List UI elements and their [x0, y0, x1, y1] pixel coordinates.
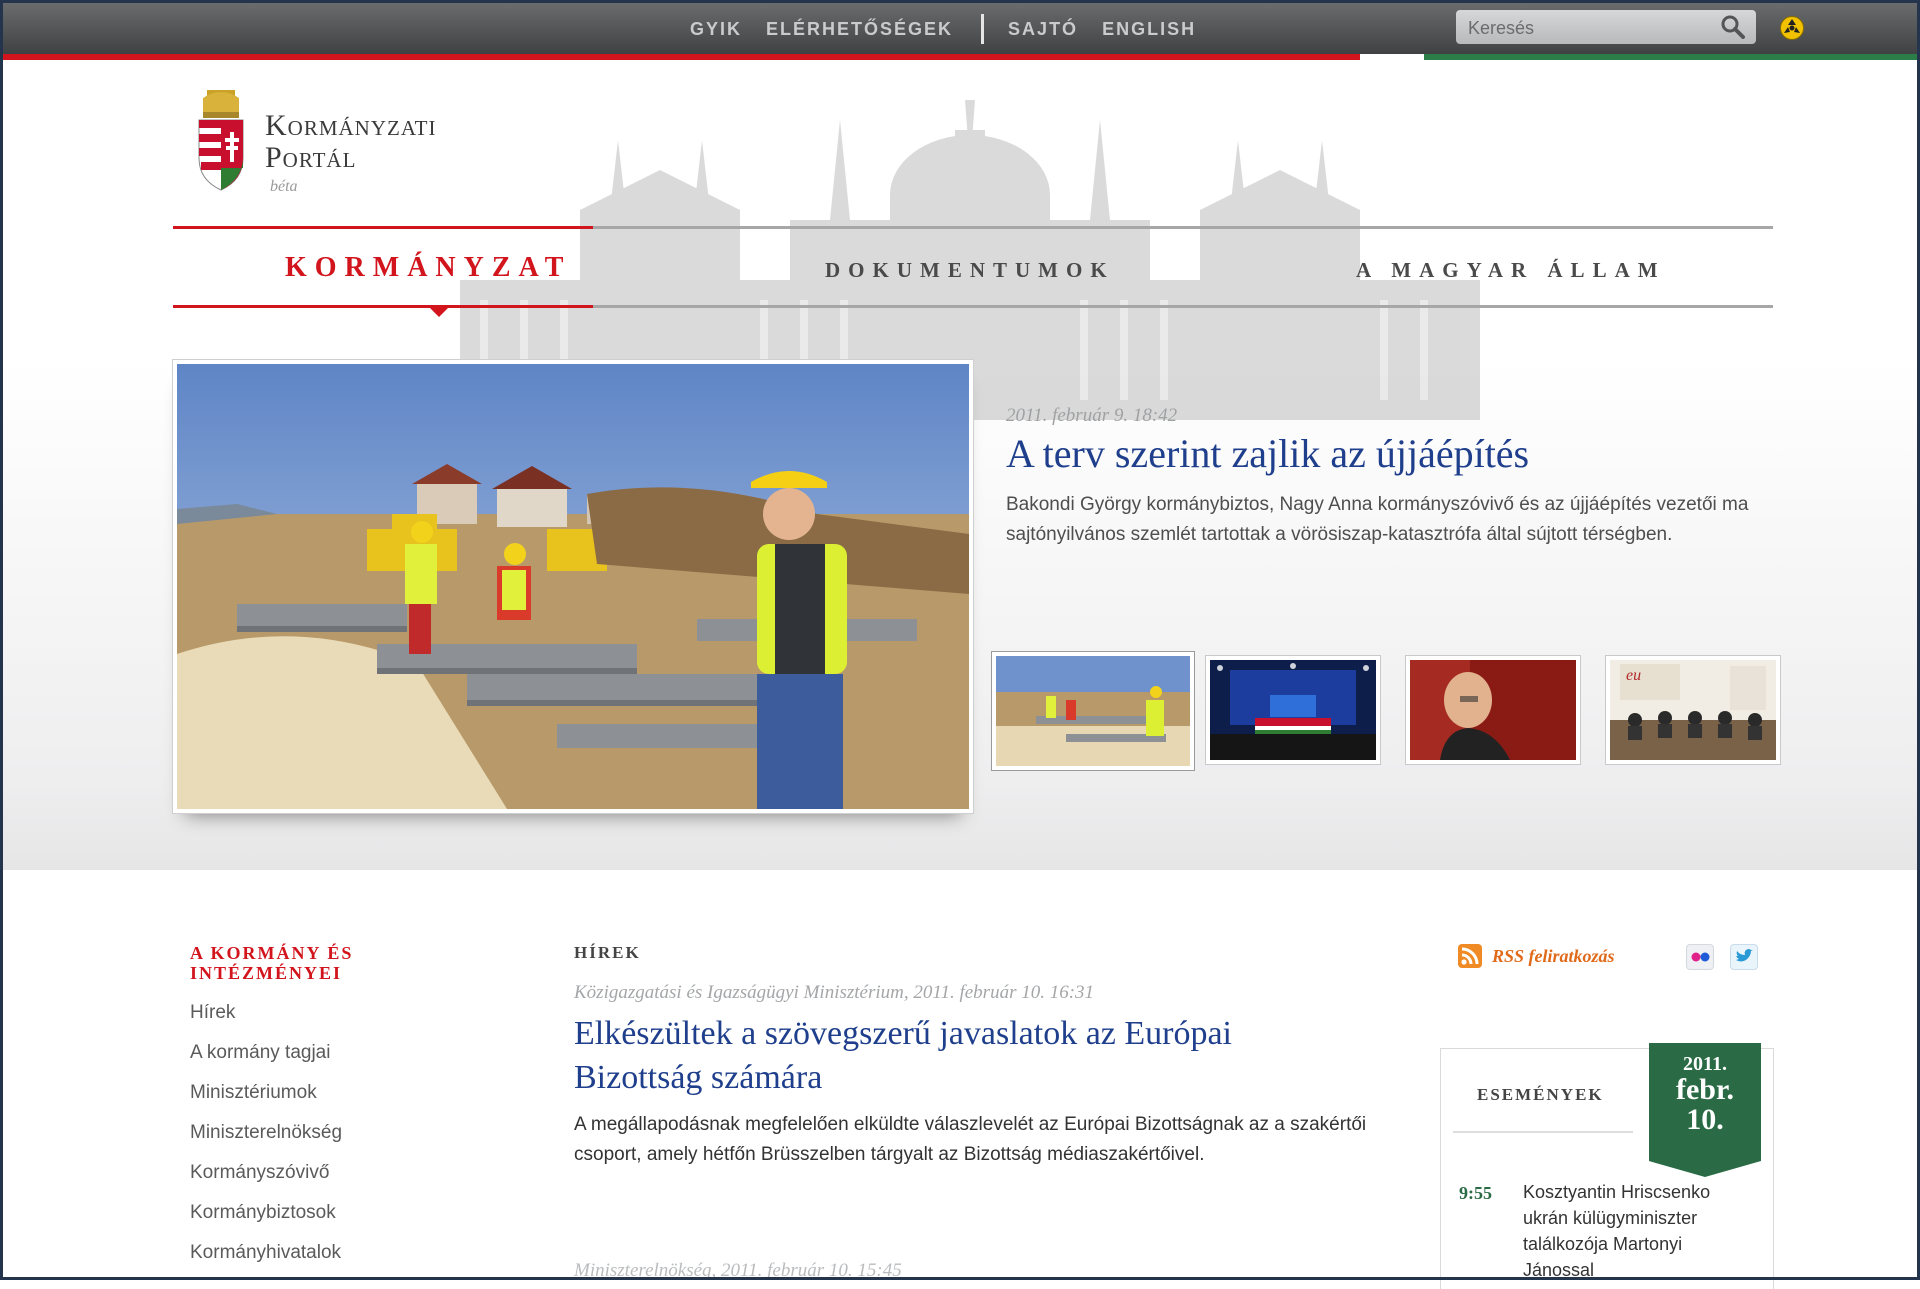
utility-link-press[interactable]: SAJTÓ — [1008, 19, 1078, 40]
thumbnail-2[interactable] — [1206, 656, 1380, 764]
event-time: 9:55 — [1459, 1183, 1492, 1203]
news-meta-next: Miniszterelnökség, 2011. február 10. 15:… — [574, 1260, 902, 1281]
main-nav-documents[interactable]: DOKUMENTUMOK — [825, 258, 1115, 283]
featured-date: 2011. február 9. 18:42 — [1006, 405, 1178, 426]
sidebar-title-line2: INTÉZMÉNYEI — [190, 963, 343, 983]
top-bar: GYIK ELÉRHETŐSÉGEK SAJTÓ ENGLISH — [0, 0, 1920, 55]
main-nav-government[interactable]: KORMÁNYZAT — [285, 252, 571, 284]
rss-subscribe-link[interactable]: RSS feliratkozás — [1458, 944, 1615, 968]
sidebar-item-commissioners[interactable]: Kormánybiztosok — [190, 1202, 342, 1242]
sidebar-item-offices[interactable]: Kormányhivatalok — [190, 1242, 342, 1282]
featured-image[interactable] — [173, 360, 973, 813]
twitter-icon[interactable] — [1730, 944, 1758, 970]
news-title[interactable]: Elkészültek a szövegszerű javaslatok az … — [574, 1012, 1334, 1100]
logo-title-line1: Kormányzati — [265, 109, 437, 142]
coat-of-arms-icon — [198, 90, 244, 191]
beta-label: béta — [270, 178, 298, 195]
utility-link-gyik[interactable]: GYIK — [690, 19, 742, 40]
sidebar-nav: Hírek A kormány tagjai Minisztériumok Mi… — [190, 1002, 342, 1282]
logo-title-line2: Portál — [265, 141, 357, 174]
sidebar-item-members[interactable]: A kormány tagjai — [190, 1042, 342, 1082]
sidebar-title-line1: A KORMÁNY ÉS — [190, 943, 354, 963]
sidebar-item-pm-office[interactable]: Miniszterelnökség — [190, 1122, 342, 1162]
search-input[interactable] — [1466, 14, 1710, 42]
sidebar-item-ministries[interactable]: Minisztériumok — [190, 1082, 342, 1122]
thumbnail-3[interactable] — [1406, 656, 1580, 764]
search-icon[interactable] — [1720, 14, 1746, 40]
events-panel: ESEMÉNYEK 2011. febr. 10. 9:55 Kosztyant… — [1440, 1043, 1774, 1289]
events-divider — [1453, 1131, 1633, 1133]
active-nav-indicator — [430, 308, 448, 317]
news-meta: Közigazgatási és Igazságügyi Minisztériu… — [574, 982, 1095, 1003]
utility-nav: GYIK ELÉRHETŐSÉGEK SAJTÓ ENGLISH — [690, 14, 1220, 44]
sidebar-item-news[interactable]: Hírek — [190, 1002, 342, 1042]
news-body: A megállapodásnak megfelelően elküldte v… — [574, 1114, 1367, 1165]
events-date-month: febr. — [1675, 1073, 1735, 1106]
event-link[interactable]: Kosztyantin Hriscsenko ukrán külügyminis… — [1523, 1179, 1753, 1283]
thumbnail-4[interactable]: eu — [1606, 656, 1780, 764]
rss-icon — [1458, 944, 1482, 968]
flickr-icon[interactable] — [1686, 944, 1714, 970]
thumbnail-1[interactable] — [992, 652, 1194, 770]
utility-divider — [981, 14, 985, 44]
utility-link-contacts[interactable]: ELÉRHETŐSÉGEK — [766, 19, 953, 40]
utility-link-english[interactable]: ENGLISH — [1102, 19, 1196, 40]
sidebar-title: A KORMÁNY ÉS INTÉZMÉNYEI — [190, 943, 353, 983]
events-heading: ESEMÉNYEK — [1477, 1085, 1604, 1104]
main-nav-top-rule — [173, 226, 1773, 229]
site-logo[interactable]: Kormányzati Portál béta — [195, 88, 495, 198]
news-heading: HÍREK — [574, 943, 641, 962]
events-date-year: 2011. — [1683, 1053, 1727, 1075]
accessibility-icon[interactable] — [1780, 16, 1804, 40]
events-date-badge: 2011. febr. 10. — [1649, 1043, 1761, 1177]
featured-summary: Bakondi György kormánybiztos, Nagy Anna … — [1006, 494, 1749, 545]
search-box — [1456, 10, 1756, 44]
logo-title: Kormányzati Portál — [265, 110, 437, 174]
featured-title[interactable]: A terv szerint zajlik az újjáépítés — [1006, 430, 1529, 477]
events-date-day: 10. — [1686, 1103, 1724, 1136]
rss-label: RSS feliratkozás — [1492, 945, 1615, 966]
main-nav-bottom-rule — [173, 305, 1773, 308]
svg-text:eu: eu — [1626, 667, 1641, 684]
main-nav-hungarian-state[interactable]: A MAGYAR ÁLLAM — [1356, 258, 1666, 283]
sidebar-item-spokesperson[interactable]: Kormányszóvivő — [190, 1162, 342, 1202]
